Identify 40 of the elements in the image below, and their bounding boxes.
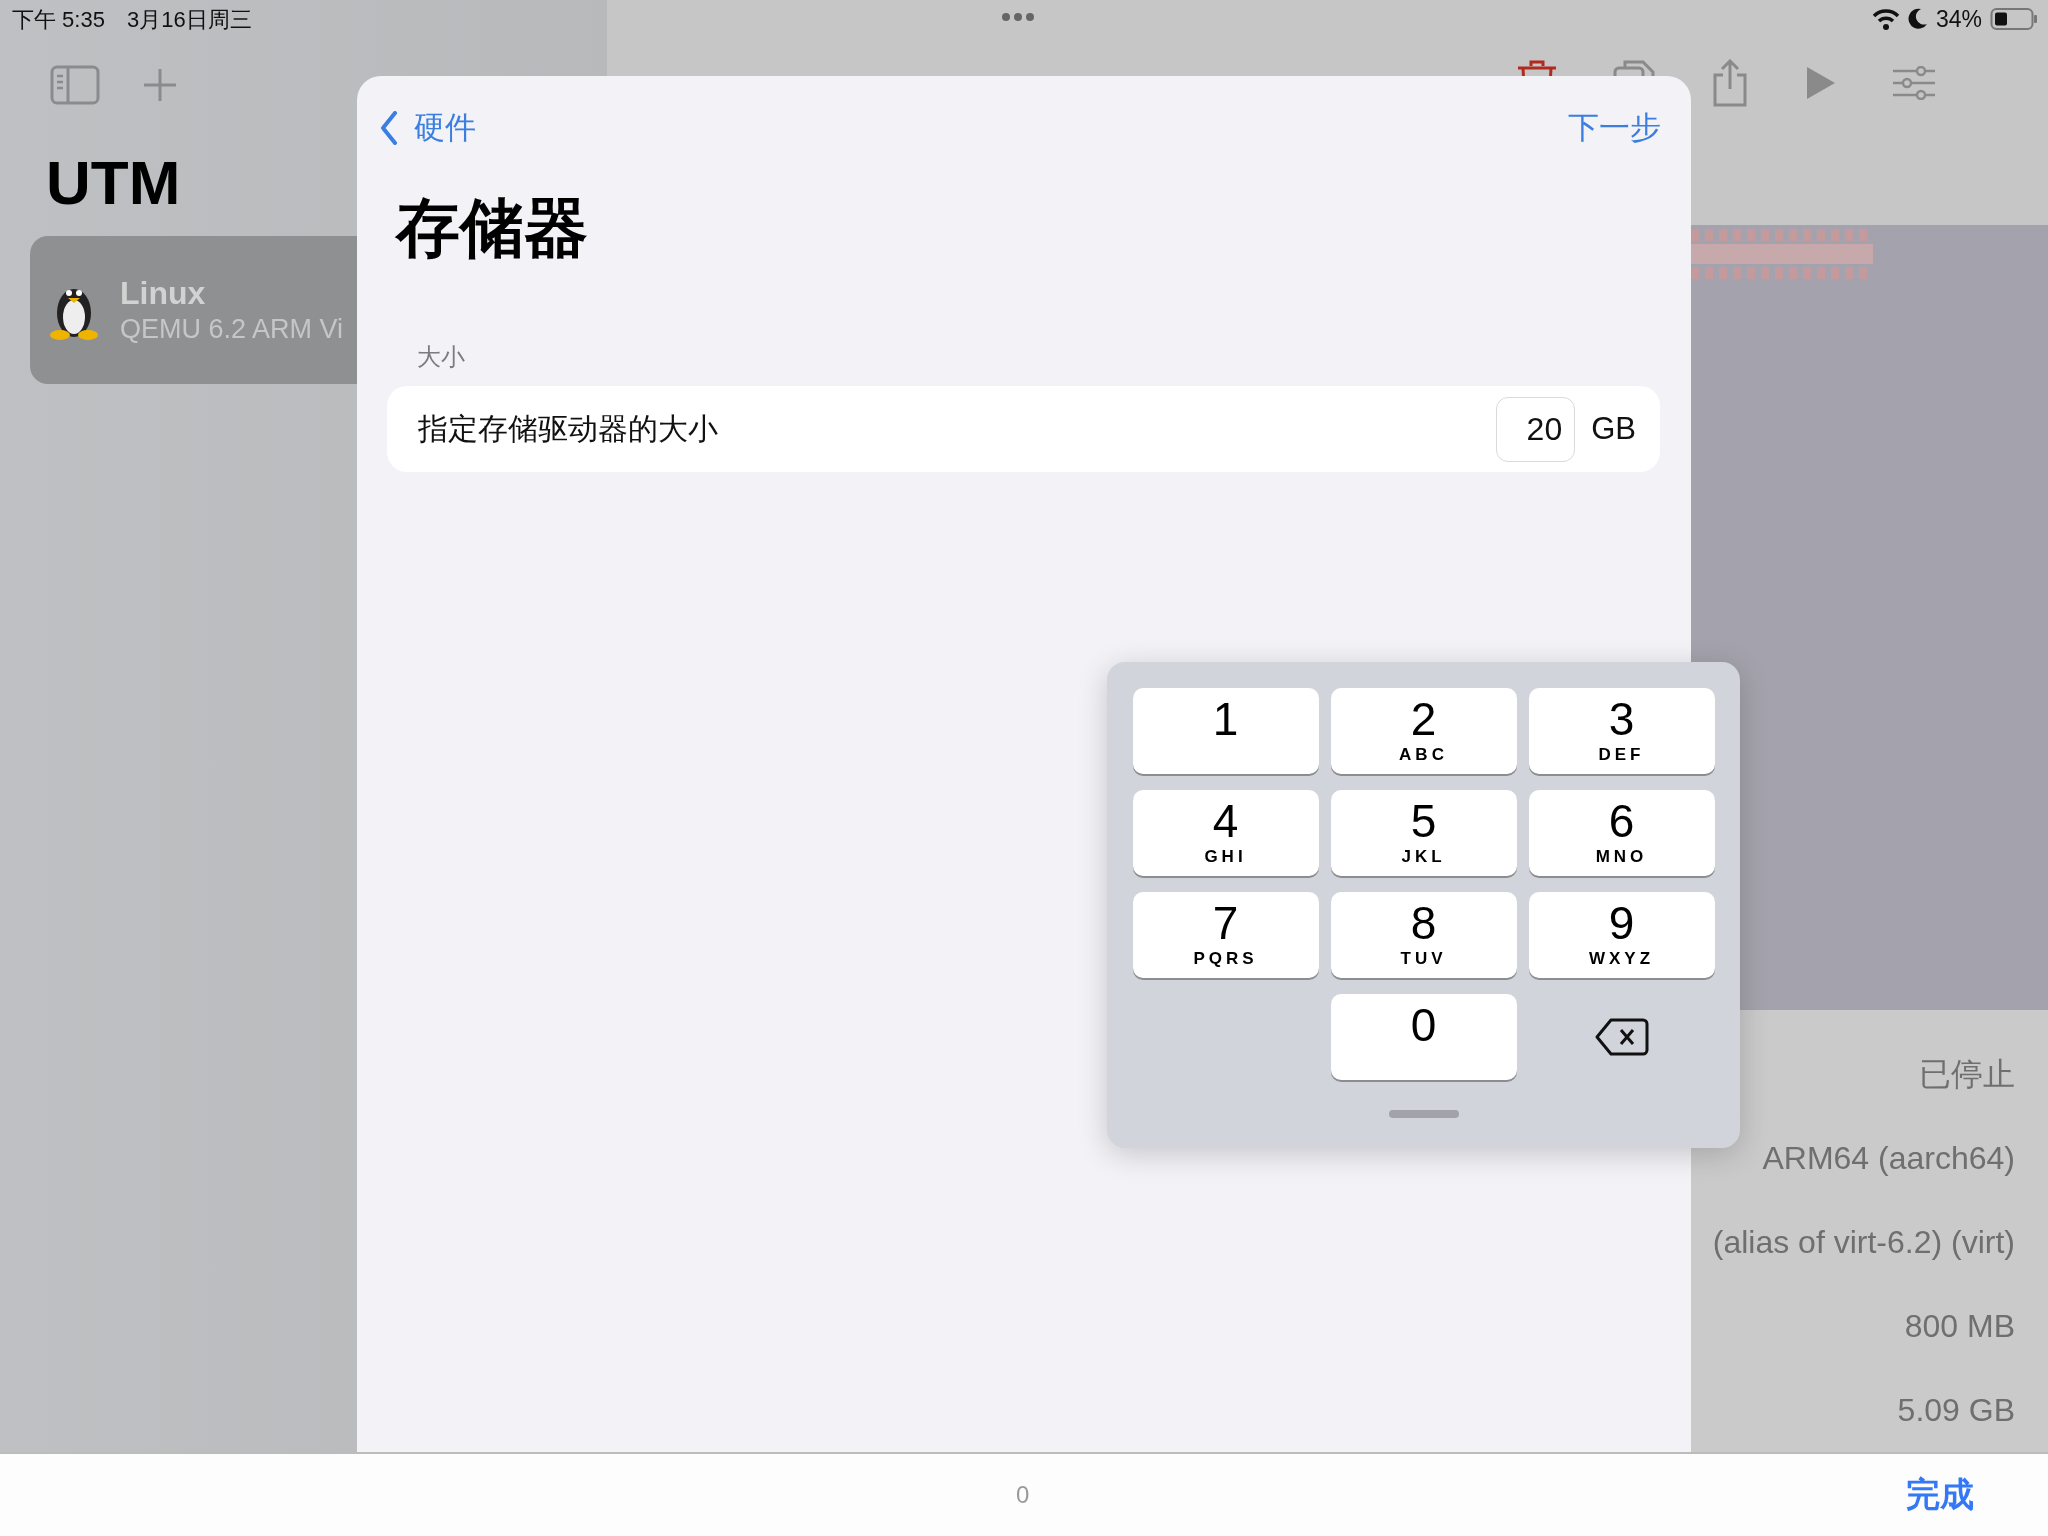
delete-icon bbox=[1594, 1018, 1649, 1056]
keypad-key[interactable]: 0 bbox=[1330, 994, 1517, 1080]
keypad-key[interactable]: 1 bbox=[1132, 688, 1319, 774]
size-input-field[interactable]: 20 bbox=[1496, 396, 1576, 462]
keypad-key[interactable]: 2 ABC bbox=[1330, 688, 1517, 774]
sliders-icon[interactable] bbox=[1893, 65, 1935, 100]
keypad-key[interactable]: 3 DEF bbox=[1528, 688, 1715, 774]
moon-icon bbox=[1907, 8, 1928, 31]
wifi-icon bbox=[1871, 8, 1900, 31]
share-icon[interactable] bbox=[1711, 58, 1749, 107]
keypad-key[interactable]: 8 TUV bbox=[1330, 892, 1517, 978]
vm-name: Linux bbox=[120, 275, 207, 312]
chevron-left-icon bbox=[380, 111, 398, 145]
status-time: 下午 5:35 bbox=[12, 6, 105, 34]
keypad-key[interactable]: 9 WXYZ bbox=[1528, 892, 1715, 978]
detail-value: ARM64 (aarch64) bbox=[1762, 1139, 2015, 1178]
detail-value: 800 MB bbox=[1904, 1307, 2015, 1346]
input-preview: 0 bbox=[1016, 1481, 1030, 1509]
app-title: UTM bbox=[46, 147, 182, 219]
unit-label: GB bbox=[1591, 411, 1636, 447]
next-button[interactable]: 下一步 bbox=[1568, 107, 1661, 149]
detail-value: (alias of virt-6.2) (virt) bbox=[1712, 1223, 2015, 1262]
back-button[interactable]: 硬件 bbox=[380, 107, 476, 149]
battery-icon bbox=[1990, 7, 2038, 32]
done-button[interactable]: 完成 bbox=[1906, 1472, 1974, 1518]
keypad-key[interactable]: 5 JKL bbox=[1330, 790, 1517, 876]
keypad-key[interactable]: 6 MNO bbox=[1528, 790, 1715, 876]
row-label: 指定存储驱动器的大小 bbox=[418, 410, 718, 447]
multitasking-dots-icon[interactable] bbox=[1001, 12, 1035, 22]
play-icon[interactable] bbox=[1805, 64, 1837, 101]
drag-handle[interactable] bbox=[1388, 1110, 1459, 1118]
plus-icon[interactable] bbox=[142, 67, 178, 103]
keypad-key[interactable]: 7 PQRS bbox=[1132, 892, 1319, 978]
status-date: 3月16日周三 bbox=[126, 6, 252, 34]
detail-value: 5.09 GB bbox=[1897, 1391, 2015, 1430]
section-header: 大小 bbox=[417, 342, 466, 372]
keypad-key[interactable]: 4 GHI bbox=[1132, 790, 1319, 876]
detail-value: 已停止 bbox=[1919, 1055, 2015, 1094]
battery-percent: 34% bbox=[1935, 5, 1982, 33]
sidebar-toggle-icon[interactable] bbox=[50, 65, 100, 105]
